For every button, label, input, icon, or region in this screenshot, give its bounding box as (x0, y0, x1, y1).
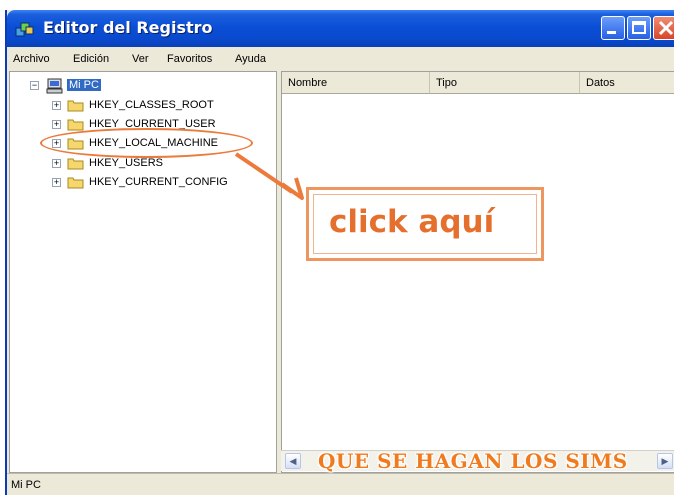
tree-label-root: Mi PC (67, 79, 101, 91)
menu-ver[interactable]: Ver (132, 53, 149, 65)
callout-text: click aquí (329, 204, 495, 240)
minus-expander-icon[interactable]: − (30, 81, 39, 90)
tree-label-hkey-current-config: HKEY_CURRENT_CONFIG (89, 176, 228, 188)
title-bar[interactable]: Editor del Registro (7, 10, 674, 47)
tree-item-hkey-classes-root[interactable]: + HKEY_CLASSES_ROOT (52, 98, 252, 114)
column-header-datos[interactable]: Datos (580, 72, 674, 94)
tree-label-hkey-classes-root: HKEY_CLASSES_ROOT (89, 99, 214, 111)
plus-expander-icon[interactable]: + (52, 101, 61, 110)
plus-expander-icon[interactable]: + (52, 159, 61, 168)
minimize-button[interactable] (601, 16, 625, 40)
highlight-ellipse (40, 128, 253, 158)
folder-icon (67, 119, 84, 131)
click-here-callout: click aquí (306, 187, 544, 261)
folder-icon (67, 158, 84, 170)
registry-editor-icon (15, 22, 34, 37)
menu-favoritos[interactable]: Favoritos (167, 53, 212, 65)
plus-expander-icon[interactable]: + (52, 120, 61, 129)
watermark-text: QUE SE HAGAN LOS SIMS (318, 449, 628, 473)
maximize-icon (632, 21, 646, 34)
scroll-left-button[interactable]: ◀ (285, 453, 301, 469)
status-bar: Mi PC (7, 473, 674, 495)
plus-expander-icon[interactable]: + (52, 178, 61, 187)
column-header-nombre[interactable]: Nombre (282, 72, 430, 94)
status-text: Mi PC (11, 479, 41, 491)
menu-ayuda[interactable]: Ayuda (235, 53, 266, 65)
tree-label-hkey-users: HKEY_USERS (89, 157, 163, 169)
column-header-tipo[interactable]: Tipo (430, 72, 580, 94)
folder-icon (67, 100, 84, 112)
scroll-right-button[interactable]: ▶ (657, 453, 673, 469)
folder-icon (67, 177, 84, 189)
minimize-icon (607, 31, 616, 34)
computer-icon (46, 78, 63, 94)
menu-archivo[interactable]: Archivo (13, 53, 50, 65)
values-pane[interactable]: Nombre Tipo Datos (281, 71, 674, 473)
maximize-button[interactable] (627, 16, 651, 40)
close-icon (658, 20, 674, 36)
tree-item-hkey-current-config[interactable]: + HKEY_CURRENT_CONFIG (52, 175, 262, 191)
tree-item-root[interactable]: − Mi PC (30, 78, 150, 94)
menu-bar: Archivo Edición Ver Favoritos Ayuda (7, 47, 674, 71)
menu-edicion[interactable]: Edición (73, 53, 109, 65)
tree-item-hkey-users[interactable]: + HKEY_USERS (52, 156, 252, 172)
window-title: Editor del Registro (43, 18, 213, 37)
close-button[interactable] (653, 16, 674, 40)
